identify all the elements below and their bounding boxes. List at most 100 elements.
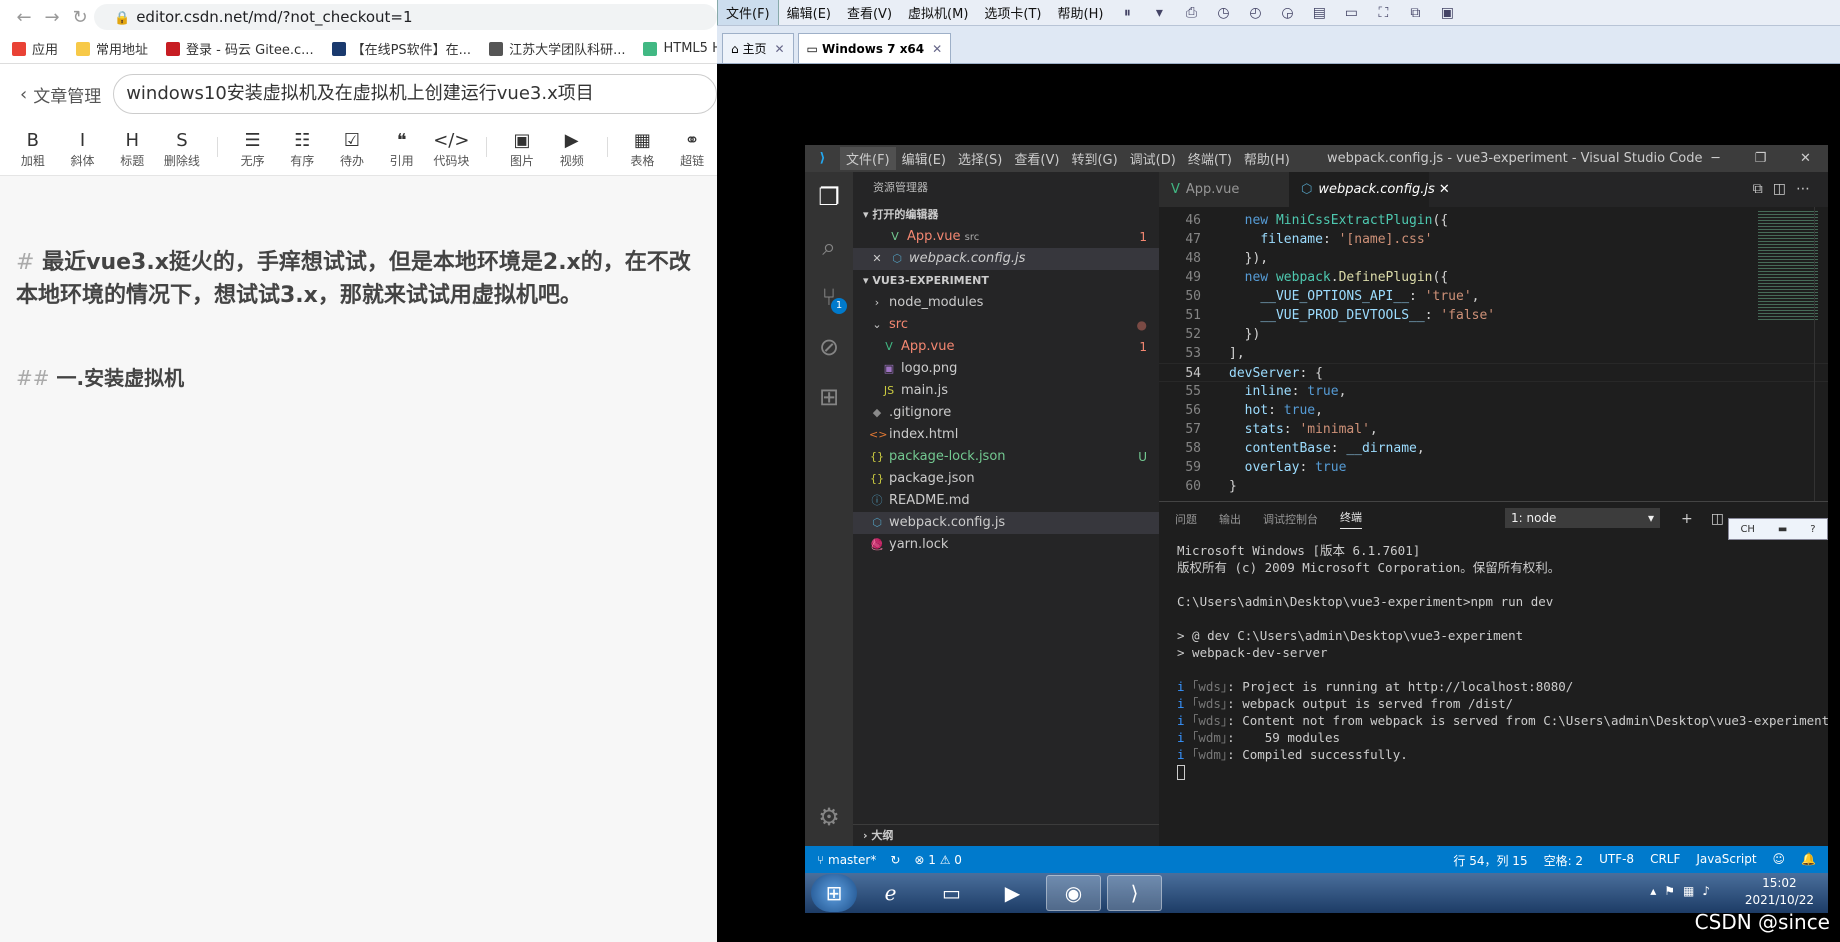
split-editor-icon[interactable]: ◫ — [1773, 181, 1796, 197]
minimize-icon[interactable]: ─ — [1693, 151, 1738, 166]
code-editor[interactable]: 46 new MiniCssExtractPlugin({47 filename… — [1159, 207, 1828, 501]
settings-gear-icon[interactable]: ⚙ — [805, 792, 853, 842]
tab-problems[interactable]: 问题 — [1175, 511, 1197, 527]
toolbar-button[interactable]: I 斜体 — [58, 130, 108, 169]
flag-icon[interactable]: ⚑ — [1664, 884, 1683, 898]
vertical-scrollbar[interactable] — [1814, 207, 1828, 501]
restore-icon[interactable]: ❐ — [1738, 151, 1783, 166]
cursor-position[interactable]: 行 54，列 15 — [1453, 852, 1527, 869]
file-tree-item[interactable]: V App.vue 1 — [853, 336, 1159, 358]
vm-menu-item[interactable]: 查看(V) — [839, 0, 900, 25]
bookmark-item[interactable]: 【在线PS软件】在... — [331, 39, 471, 58]
explorer-icon[interactable]: ❐ — [805, 172, 853, 222]
indentation[interactable]: 空格: 2 — [1544, 852, 1584, 869]
url-field[interactable]: 🔒 editor.csdn.net/md/?not_checkout=1 — [94, 4, 717, 30]
tab-terminal[interactable]: 终端 — [1340, 509, 1362, 529]
terminal-output[interactable]: Microsoft Windows [版本 6.1.7601] 版权所有 (c) … — [1159, 536, 1828, 780]
close-icon[interactable]: ✕ — [1439, 182, 1450, 197]
vscode-taskbar-icon[interactable]: ⟩ — [1107, 875, 1162, 911]
outline-header[interactable]: › 大纲 — [853, 824, 1159, 846]
vm-toolbar-icon[interactable]: ▾ — [1148, 5, 1170, 21]
article-manage-link[interactable]: 文章管理 — [33, 82, 101, 107]
minimap[interactable] — [1758, 211, 1818, 321]
toolbar-button[interactable]: ❝ 引用 — [377, 130, 427, 169]
toolbar-button[interactable]: ⚭ 超链 — [667, 130, 717, 169]
branch-indicator[interactable]: ⑂ master* — [817, 853, 876, 867]
toolbar-button[interactable]: ☰ 无序 — [228, 130, 278, 169]
toolbar-button[interactable]: ▣ 图片 — [497, 130, 547, 169]
vm-toolbar-icon[interactable]: ◴ — [1244, 5, 1266, 21]
toolbar-button[interactable]: </> 代码块 — [427, 130, 477, 169]
bookmark-item[interactable]: 常用地址 — [76, 39, 148, 58]
toolbar-button[interactable]: ☷ 有序 — [277, 130, 327, 169]
language-mode[interactable]: JavaScript — [1696, 852, 1756, 869]
chrome-icon[interactable]: ◉ — [1046, 875, 1101, 911]
problems-indicator[interactable]: ⊗ 1 ⚠ 0 — [914, 853, 962, 867]
file-tree-item[interactable]: 🧶 yarn.lock — [853, 534, 1159, 556]
vm-toolbar-icon[interactable]: ▣ — [1436, 5, 1458, 21]
feedback-icon[interactable]: ☺ — [1773, 852, 1786, 869]
bookmark-item[interactable]: 应用 — [12, 39, 58, 58]
project-header[interactable]: ▾ VUE3-EXPERIMENT — [853, 270, 1159, 292]
tab-app-vue[interactable]: V App.vue — [1159, 172, 1289, 207]
network-icon[interactable]: ▦ — [1683, 884, 1702, 898]
toolbar-button[interactable]: ☑ 待办 — [327, 130, 377, 169]
vm-toolbar-icon[interactable]: ◶ — [1276, 5, 1298, 21]
extensions-icon[interactable]: ⊞ — [805, 372, 853, 422]
debug-icon[interactable]: ⊘ — [805, 322, 853, 372]
close-icon[interactable]: ✕ — [774, 42, 784, 56]
file-tree-item[interactable]: ⌄ src ● — [853, 314, 1159, 336]
vm-menu-item[interactable]: 帮助(H) — [1050, 0, 1112, 25]
open-editor-app-vue[interactable]: V App.vue src 1 — [853, 226, 1159, 248]
close-icon[interactable]: ✕ — [869, 248, 885, 270]
vscode-menu-item[interactable]: 文件(F) — [840, 147, 896, 170]
tab-home[interactable]: ⌂ 主页 ✕ — [722, 33, 794, 63]
tab-debug-console[interactable]: 调试控制台 — [1263, 511, 1318, 527]
toolbar-button[interactable]: ▶ 视频 — [547, 130, 597, 169]
tab-windows7[interactable]: ▭ Windows 7 x64 ✕ — [797, 33, 952, 63]
toolbar-button[interactable]: H 标题 — [107, 130, 157, 169]
vscode-menu-item[interactable]: 调试(D) — [1124, 147, 1182, 170]
vm-toolbar-icon[interactable]: ▭ — [1340, 5, 1362, 21]
vscode-menu-item[interactable]: 帮助(H) — [1238, 147, 1296, 170]
bookmark-item[interactable]: 登录 - 码云 Gitee.c... — [166, 39, 314, 58]
tab-webpack-config[interactable]: ⬡ webpack.config.js ✕ — [1289, 172, 1450, 207]
terminal-select[interactable]: 1: node ▾ — [1505, 508, 1660, 528]
source-control-icon[interactable]: ⑂ 1 — [805, 272, 853, 322]
vscode-menu-item[interactable]: 转到(G) — [1065, 147, 1123, 170]
vscode-menu-item[interactable]: 查看(V) — [1008, 147, 1065, 170]
media-player-icon[interactable]: ▶ — [985, 875, 1040, 911]
bell-icon[interactable]: 🔔 — [1801, 852, 1816, 869]
more-icon[interactable]: ⋯ — [1796, 181, 1820, 197]
markdown-editor[interactable]: # 最近vue3.x挺火的，手痒想试试，但是本地环境是2.x的，在不改 本地环境… — [0, 176, 717, 391]
file-tree-item[interactable]: <> index.html — [853, 424, 1159, 446]
vm-toolbar-icon[interactable]: ⏸ — [1116, 5, 1138, 21]
file-tree-item[interactable]: ▣ logo.png — [853, 358, 1159, 380]
bookmark-item[interactable]: HTML5 Histor — [643, 41, 717, 56]
file-tree-item[interactable]: ◆ .gitignore — [853, 402, 1159, 424]
toolbar-button[interactable]: S 删除线 — [157, 130, 207, 169]
vm-menu-item[interactable]: 虚拟机(M) — [900, 0, 976, 25]
vm-toolbar-icon[interactable]: ⎙ — [1180, 5, 1202, 21]
back-arrow-icon[interactable]: ← — [10, 7, 38, 28]
toolbar-button[interactable]: ▦ 表格 — [618, 130, 668, 169]
vm-toolbar-icon[interactable]: ⧉ — [1404, 5, 1426, 21]
vscode-menu-item[interactable]: 选择(S) — [952, 147, 1008, 170]
chevron-left-icon[interactable]: ‹ — [20, 84, 27, 105]
open-editors-header[interactable]: ▾ 打开的编辑器 — [853, 204, 1159, 226]
file-tree-item[interactable]: ⓘ README.md — [853, 490, 1159, 512]
vscode-menu-item[interactable]: 编辑(E) — [896, 147, 952, 170]
article-title-input[interactable]: windows10安装虚拟机及在虚拟机上创建运行vue3.x项目 — [113, 74, 717, 114]
line-ending[interactable]: CRLF — [1650, 852, 1680, 869]
sync-icon[interactable]: ↻ — [890, 853, 900, 867]
bookmark-item[interactable]: 江苏大学团队科研... — [489, 39, 625, 58]
close-icon[interactable]: ✕ — [932, 42, 942, 56]
volume-icon[interactable]: ♪ — [1702, 884, 1718, 898]
start-button[interactable]: ⊞ — [811, 874, 857, 912]
vm-menu-item[interactable]: 选项卡(T) — [976, 0, 1049, 25]
open-changes-icon[interactable]: ⧉ — [1753, 181, 1773, 197]
clock[interactable]: 15:02 2021/10/22 — [1745, 875, 1814, 909]
vm-menu-item[interactable]: 文件(F) — [717, 0, 779, 25]
file-tree-item[interactable]: › node_modules — [853, 292, 1159, 314]
file-tree-item[interactable]: ⬡ webpack.config.js — [853, 512, 1159, 534]
